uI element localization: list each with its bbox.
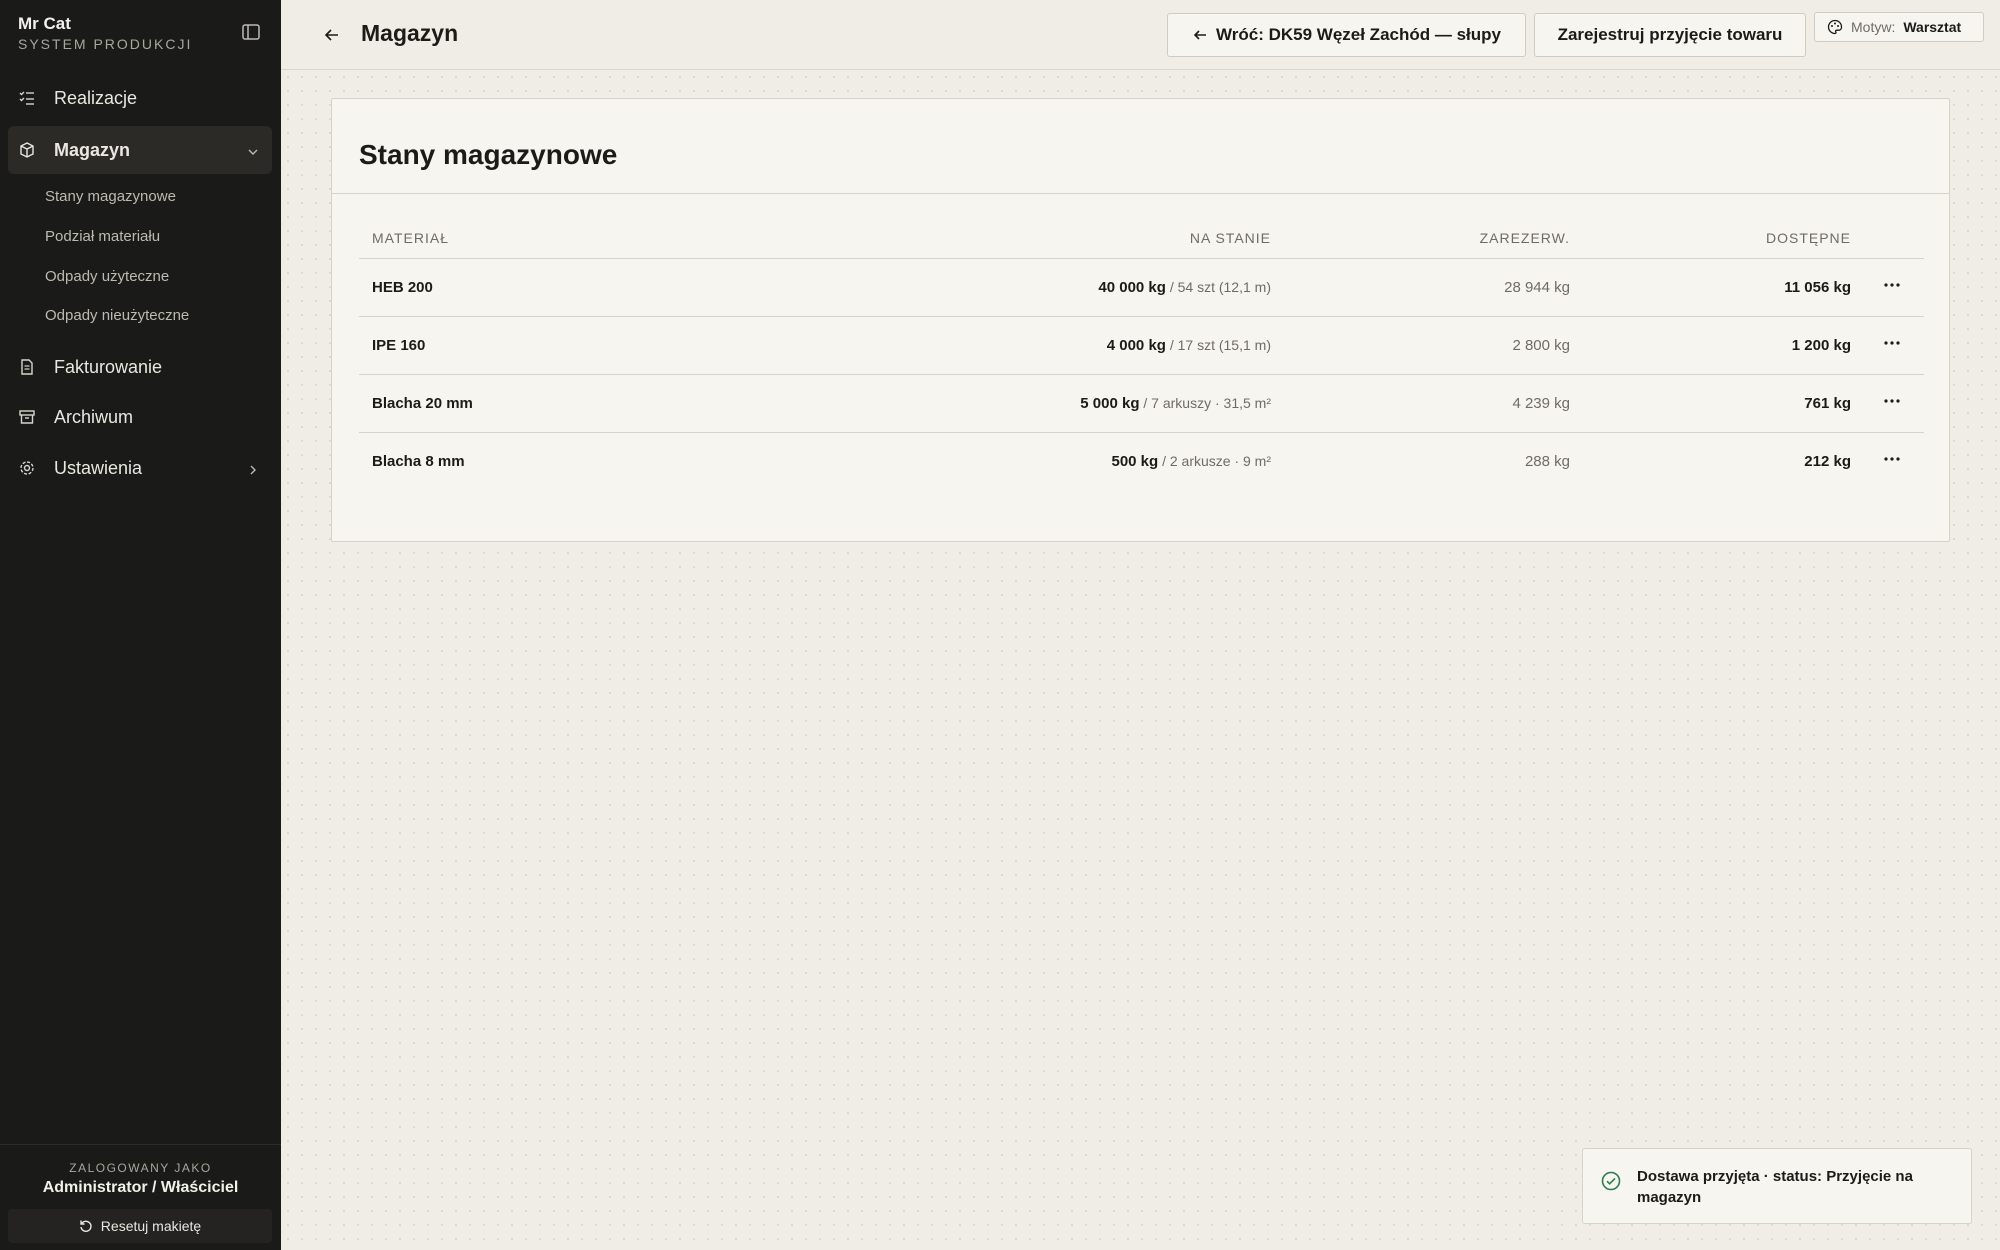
stock-detail: / 17 szt (15,1 m) bbox=[1165, 337, 1271, 353]
inventory-card: Stany magazynowe MATERIAŁ NA STANIE ZARE… bbox=[331, 98, 1950, 542]
archive-icon bbox=[18, 408, 36, 426]
logged-in-label: ZALOGOWANY JAKO bbox=[69, 1161, 212, 1175]
more-options-icon[interactable] bbox=[1880, 391, 1904, 411]
table-row: IPE 160 4 000 kg / 17 szt (15,1 m) 2 800… bbox=[359, 317, 1924, 375]
check-circle-icon bbox=[1601, 1171, 1621, 1191]
rotate-ccw-icon bbox=[79, 1219, 93, 1233]
brand-name: Mr Cat bbox=[18, 14, 71, 33]
sidebar-item-label: Fakturowanie bbox=[54, 356, 163, 377]
back-to-project-button[interactable]: Wróć: DK59 Węzeł Zachód — słupy bbox=[1167, 13, 1526, 57]
material-cell: Blacha 8 mm bbox=[372, 453, 465, 470]
available-cell: 11 056 kg bbox=[1784, 279, 1851, 296]
sidebar-item-label: Ustawienia bbox=[54, 457, 143, 478]
toast-message: Dostawa przyjęta · status: Przyjęcie na … bbox=[1637, 1168, 1913, 1206]
sidebar-subitem-podzial[interactable]: Podział materiału bbox=[45, 228, 160, 245]
brand: Mr Cat SYSTEM PRODUKCJI bbox=[18, 14, 192, 52]
column-header-reserved: ZAREZERW. bbox=[1479, 230, 1570, 246]
sidebar-item-label: Archiwum bbox=[54, 406, 134, 427]
card-divider bbox=[332, 193, 1949, 194]
logged-in-user: Administrator / Właściciel bbox=[42, 1179, 239, 1196]
arrow-left-icon bbox=[1192, 27, 1208, 43]
material-cell: HEB 200 bbox=[372, 279, 433, 296]
reserved-cell: 288 kg bbox=[1524, 453, 1570, 470]
available-cell: 761 kg bbox=[1804, 395, 1851, 412]
column-header-stock: NA STANIE bbox=[1189, 230, 1271, 246]
box-icon bbox=[18, 141, 36, 159]
reserved-cell: 2 800 kg bbox=[1512, 337, 1570, 354]
more-options-icon[interactable] bbox=[1880, 275, 1904, 295]
sidebar-item-realizacje[interactable]: Realizacje bbox=[8, 74, 272, 122]
chevron-right-icon bbox=[246, 461, 260, 475]
table-row: Blacha 20 mm 5 000 kg / 7 arkuszy · 31,5… bbox=[359, 375, 1924, 433]
sidebar: Mr Cat SYSTEM PRODUKCJI Realizacje Magaz… bbox=[0, 0, 281, 1250]
brand-subtitle: SYSTEM PRODUKCJI bbox=[18, 36, 193, 52]
stock-weight: 40 000 kg bbox=[1098, 279, 1166, 296]
column-header-available: DOSTĘPNE bbox=[1765, 230, 1851, 246]
palette-icon bbox=[1827, 19, 1843, 35]
sidebar-subitem-stany[interactable]: Stany magazynowe bbox=[45, 188, 176, 205]
theme-value: Warsztat bbox=[1903, 19, 1962, 35]
theme-switcher[interactable]: Motyw: Warsztat bbox=[1814, 12, 1984, 42]
topbar: Magazyn Wróć: DK59 Węzeł Zachód — słupy … bbox=[281, 0, 2000, 70]
sidebar-subitem-odpady-uzyteczne[interactable]: Odpady użyteczne bbox=[45, 268, 169, 285]
sidebar-toggle-icon[interactable] bbox=[242, 24, 260, 40]
table-row: Blacha 8 mm 500 kg / 2 arkusze · 9 m² 28… bbox=[359, 433, 1924, 491]
stock-weight: 500 kg bbox=[1111, 453, 1159, 470]
stock-weight: 5 000 kg bbox=[1080, 395, 1140, 412]
inventory-table: MATERIAŁ NA STANIE ZAREZERW. DOSTĘPNE HE… bbox=[359, 217, 1924, 491]
sidebar-subitem-odpady-nieuzyteczne[interactable]: Odpady nieużyteczne bbox=[45, 307, 189, 324]
material-cell: Blacha 20 mm bbox=[372, 395, 473, 412]
theme-key: Motyw: bbox=[1851, 19, 1896, 35]
register-receipt-label: Zarejestruj przyjęcie towaru bbox=[1557, 25, 1783, 44]
register-receipt-button[interactable]: Zarejestruj przyjęcie towaru bbox=[1534, 13, 1806, 57]
file-invoice-icon bbox=[18, 358, 36, 376]
reserved-cell: 28 944 kg bbox=[1504, 279, 1570, 296]
stock-detail: / 54 szt (12,1 m) bbox=[1165, 279, 1271, 295]
available-cell: 1 200 kg bbox=[1791, 337, 1851, 354]
material-cell: IPE 160 bbox=[372, 337, 426, 354]
sidebar-item-magazyn[interactable]: Magazyn bbox=[8, 126, 272, 174]
stock-weight: 4 000 kg bbox=[1106, 337, 1166, 354]
back-to-project-label: Wróć: DK59 Węzeł Zachód — słupy bbox=[1216, 25, 1501, 44]
stock-cell: 500 kg / 2 arkusze · 9 m² bbox=[1111, 453, 1271, 470]
sidebar-item-ustawienia[interactable]: Ustawienia bbox=[8, 444, 272, 492]
sidebar-item-fakturowanie[interactable]: Fakturowanie bbox=[8, 343, 272, 391]
table-row: HEB 200 40 000 kg / 54 szt (12,1 m) 28 9… bbox=[359, 259, 1924, 317]
stock-cell: 4 000 kg / 17 szt (15,1 m) bbox=[1107, 337, 1271, 354]
reserved-cell: 4 239 kg bbox=[1512, 395, 1570, 412]
stock-detail: / 2 arkusze · 9 m² bbox=[1158, 453, 1271, 469]
back-arrow-icon[interactable] bbox=[323, 26, 341, 44]
stock-cell: 40 000 kg / 54 szt (12,1 m) bbox=[1098, 279, 1271, 296]
gear-icon bbox=[18, 459, 36, 477]
main-content: Magazyn Wróć: DK59 Węzeł Zachód — słupy … bbox=[281, 0, 2000, 1250]
stock-detail: / 7 arkuszy · 31,5 m² bbox=[1139, 395, 1271, 411]
sidebar-footer: ZALOGOWANY JAKO Administrator / Właścici… bbox=[0, 1144, 281, 1250]
list-check-icon bbox=[18, 89, 36, 107]
stock-cell: 5 000 kg / 7 arkuszy · 31,5 m² bbox=[1080, 395, 1271, 412]
success-toast[interactable]: Dostawa przyjęta · status: Przyjęcie na … bbox=[1582, 1148, 1972, 1224]
chevron-down-icon bbox=[246, 143, 260, 157]
sidebar-item-archiwum[interactable]: Archiwum bbox=[8, 393, 272, 441]
column-header-material: MATERIAŁ bbox=[372, 230, 449, 246]
reset-mockup-button[interactable]: Resetuj makietę bbox=[8, 1209, 272, 1243]
sidebar-item-label: Realizacje bbox=[54, 87, 138, 108]
page-title: Magazyn bbox=[361, 20, 459, 46]
reset-mockup-label: Resetuj makietę bbox=[100, 1218, 202, 1234]
sidebar-item-label: Magazyn bbox=[54, 139, 131, 160]
more-options-icon[interactable] bbox=[1880, 333, 1904, 353]
available-cell: 212 kg bbox=[1804, 453, 1851, 470]
table-header: MATERIAŁ NA STANIE ZAREZERW. DOSTĘPNE bbox=[359, 217, 1924, 259]
more-options-icon[interactable] bbox=[1880, 449, 1904, 469]
card-title: Stany magazynowe bbox=[359, 139, 618, 170]
